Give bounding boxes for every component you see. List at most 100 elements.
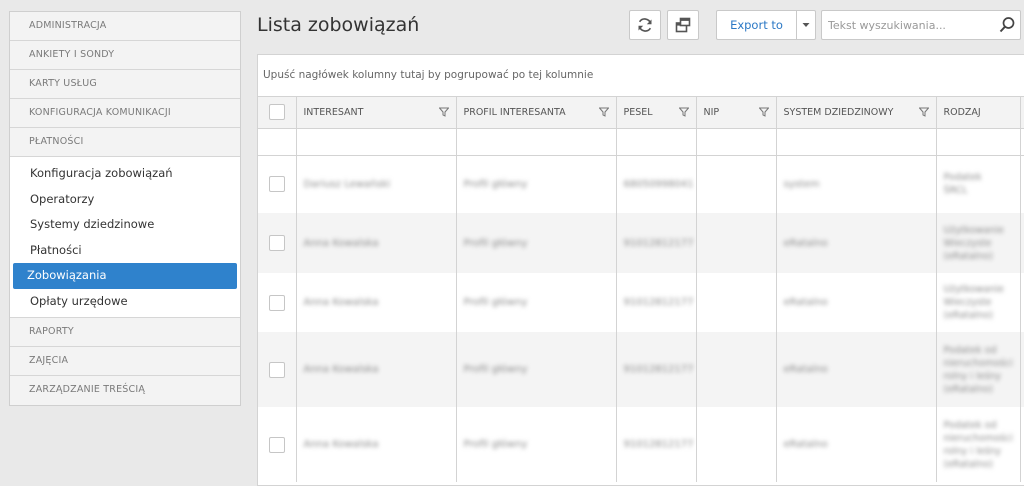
cell-nip — [696, 213, 777, 273]
row-checkbox[interactable] — [269, 176, 285, 193]
search-icon[interactable] — [998, 16, 1016, 34]
page-title: Lista zobowiązań — [257, 14, 420, 36]
sidebar-platnosci-submenu: Konfiguracja zobowiązań Operatorzy Syste… — [10, 157, 240, 318]
column-header-pesel[interactable]: PESEL — [616, 97, 697, 129]
table-row[interactable]: Anna Kowalska Profil główny 91012812177 eRa… — [258, 213, 1024, 273]
row-checkbox[interactable] — [269, 436, 285, 453]
table-row[interactable]: Anna Kowalska Profil główny 91012812177 eRa… — [258, 273, 1024, 332]
sidebar-item-oplaty-urzedowe[interactable]: Opłaty urzędowe — [13, 289, 237, 315]
cell-extra — [1020, 273, 1024, 332]
sidebar-item-zobowiazania[interactable]: Zobowiązania — [13, 263, 237, 289]
filter-cell-interesant[interactable] — [296, 128, 457, 156]
cell-pesel: 91012812177 — [616, 213, 697, 273]
table-row[interactable]: Anna Kowalska Profil główny 91012812177 eRa… — [258, 407, 1024, 482]
rodzaj-line: nieruchomości — [943, 432, 1013, 444]
cell-pesel: 68050998041 — [616, 155, 697, 213]
column-header-extra[interactable] — [1020, 97, 1024, 129]
rodzaj-line: rolny i leśny — [943, 370, 1002, 382]
cell-pesel: 91012812177 — [616, 332, 697, 407]
sidebar-item-systemy-dziedzinowe[interactable]: Systemy dziedzinowe — [13, 212, 237, 238]
filter-icon[interactable] — [758, 107, 769, 117]
cell-extra: c — [1020, 155, 1024, 213]
sidebar-section-zajecia[interactable]: ZAJĘCIA — [10, 347, 240, 376]
cell-nip — [696, 273, 777, 332]
export-caret-button[interactable] — [797, 11, 815, 39]
cell-extra — [1020, 213, 1024, 273]
filter-row — [258, 128, 1024, 156]
cell-system: eRatalno — [776, 332, 937, 407]
row-checkbox[interactable] — [269, 235, 285, 251]
cell-system: system — [776, 155, 937, 213]
caret-down-icon — [802, 23, 810, 27]
column-header-system-dziedzinowy[interactable]: SYSTEM DZIEDZINOWY — [776, 97, 937, 129]
column-header-nip[interactable]: NIP — [696, 97, 777, 129]
filter-icon[interactable] — [918, 107, 929, 117]
cell-system: eRatalno — [776, 213, 937, 273]
rodzaj-line: nieruchomości — [943, 357, 1013, 369]
table-row[interactable]: Anna Kowalska Profil główny 91012812177 eRa… — [258, 332, 1024, 407]
sidebar-section-zarzadzanie-trescia[interactable]: ZARZĄDZANIE TREŚCIĄ — [10, 376, 240, 405]
cell-interesant: Anna Kowalska — [296, 213, 457, 273]
rodzaj-line: (eRatalno) — [943, 250, 994, 262]
search-box — [821, 10, 1021, 40]
cell-interesant: Dariusz Lewański — [296, 155, 457, 213]
filter-icon[interactable] — [678, 107, 689, 117]
cell-rodzaj: Podatek ŚRCL — [936, 155, 1021, 213]
cell-rodzaj: Użytkowanie Wieczyste (eRatalno) — [936, 213, 1021, 273]
column-header-rodzaj[interactable]: RODZAJ — [936, 97, 1021, 129]
rodzaj-line: Wieczyste — [943, 297, 992, 308]
sidebar-section-karty-uslug[interactable]: KARTY USŁUG — [10, 70, 240, 99]
cell-interesant: Anna Kowalska — [296, 273, 457, 332]
sidebar-section-ankiety[interactable]: ANKIETY I SONDY — [10, 41, 240, 70]
cell-nip — [696, 407, 777, 482]
column-chooser-icon — [675, 17, 691, 33]
filter-icon[interactable] — [598, 107, 609, 117]
cell-rodzaj: Użytkowanie Wieczyste (eRatalno) — [936, 273, 1021, 332]
table-row[interactable]: Dariusz Lewański Profil główny 68050998041… — [258, 155, 1024, 213]
sidebar-section-platnosci[interactable]: PŁATNOŚCI — [10, 128, 240, 157]
filter-icon[interactable] — [438, 107, 449, 117]
column-header-profil-interesanta[interactable]: PROFIL INTERESANTA — [456, 97, 617, 129]
cell-profil: Profil główny — [456, 332, 617, 407]
export-dropdown[interactable]: Export to — [716, 10, 816, 40]
rodzaj-line: rolny i leśny — [943, 445, 1002, 457]
filter-cell-pesel[interactable] — [616, 128, 697, 156]
refresh-icon — [638, 18, 652, 32]
export-button[interactable]: Export to — [717, 11, 797, 39]
cell-nip — [696, 332, 777, 407]
rodzaj-line: (eRatalno) — [943, 383, 994, 395]
select-all-checkbox[interactable] — [269, 104, 285, 121]
row-checkbox[interactable] — [269, 361, 285, 378]
cell-profil: Profil główny — [456, 155, 617, 213]
filter-cell-rodzaj[interactable] — [936, 128, 1021, 156]
rodzaj-line: (eRatalno) — [943, 310, 994, 321]
rodzaj-line: Użytkowanie — [943, 284, 1004, 295]
filter-cell-profil[interactable] — [456, 128, 617, 156]
cell-profil: Profil główny — [456, 273, 617, 332]
column-chooser-button[interactable] — [667, 10, 699, 40]
filter-cell-system[interactable] — [776, 128, 937, 156]
row-checkbox[interactable] — [269, 294, 285, 311]
cell-rodzaj: Podatek od nieruchomości rolny i leśny (eRa… — [936, 407, 1021, 482]
sidebar-section-administracja[interactable]: ADMINISTRACJA — [10, 12, 240, 41]
group-panel[interactable]: Upuść nagłówek kolumny tutaj by pogrupow… — [258, 55, 1024, 97]
obligations-table: INTERESANT PROFIL INTERESANTA PESEL NIP … — [258, 97, 1024, 482]
cell-profil: Profil główny — [456, 213, 617, 273]
rodzaj-line: Wieczyste — [943, 237, 992, 249]
column-header-interesant[interactable]: INTERESANT — [296, 97, 457, 129]
cell-interesant: Anna Kowalska — [296, 332, 457, 407]
sidebar-item-platnosci[interactable]: Płatności — [13, 238, 237, 264]
cell-pesel: 91012812177 — [616, 407, 697, 482]
cell-nip — [696, 155, 777, 213]
search-input[interactable] — [822, 11, 992, 39]
cell-interesant: Anna Kowalska — [296, 407, 457, 482]
sidebar-menu: ADMINISTRACJA ANKIETY I SONDY KARTY USŁU… — [9, 11, 241, 406]
refresh-button[interactable] — [629, 10, 661, 40]
sidebar-item-operatorzy[interactable]: Operatorzy — [13, 187, 237, 213]
cell-extra: 4 — [1020, 332, 1024, 407]
table-header-row: INTERESANT PROFIL INTERESANTA PESEL NIP … — [258, 97, 1024, 129]
sidebar-section-raporty[interactable]: RAPORTY — [10, 318, 240, 347]
sidebar-section-konfiguracja-komunikacji[interactable]: KONFIGURACJA KOMUNIKACJI — [10, 99, 240, 128]
filter-cell-nip[interactable] — [696, 128, 777, 156]
sidebar-item-konfiguracja-zobowiazan[interactable]: Konfiguracja zobowiązań — [13, 161, 237, 187]
